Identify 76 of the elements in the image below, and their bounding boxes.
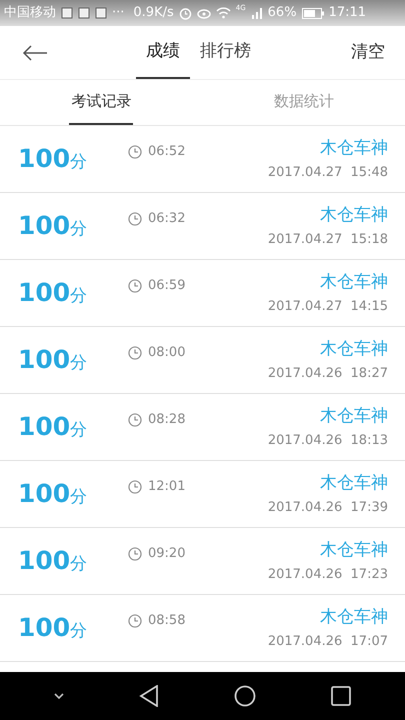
signal-icon <box>250 7 263 19</box>
header-tab[interactable]: 成绩 <box>136 26 190 79</box>
score-value: 100 <box>18 478 70 510</box>
clock-icon <box>128 547 142 561</box>
record-date: 2017.04.26 18:13 <box>268 432 388 450</box>
clock-icon <box>128 145 142 159</box>
carrier-name: 中国移动 <box>4 4 56 22</box>
record-date: 2017.04.26 18:27 <box>268 365 388 383</box>
record-row[interactable]: 100分 06:52 木仓车神 2017.04.27 15:48 <box>0 126 405 193</box>
duration-text: 08:58 <box>148 612 186 630</box>
score-value: 100 <box>18 277 70 310</box>
wifi-icon <box>216 7 231 19</box>
record-date: 2017.04.26 17:23 <box>268 566 388 584</box>
score-value: 100 <box>18 210 70 242</box>
user-name: 木仓车神 <box>320 204 388 226</box>
more-indicator: ··· <box>112 4 124 22</box>
score-unit: 分 <box>70 553 88 576</box>
clock-icon <box>128 413 142 427</box>
sub-tab[interactable]: 数据统计 <box>272 80 336 125</box>
duration-text: 08:00 <box>148 344 186 362</box>
user-name: 木仓车神 <box>320 270 388 294</box>
battery-level: 66% <box>268 4 297 22</box>
clock-icon <box>128 480 142 494</box>
record-date: 2017.04.27 14:15 <box>268 298 388 316</box>
record-row[interactable]: 100分 08:00 木仓车神 2017.04.26 18:27 <box>0 327 405 394</box>
score-unit: 分 <box>70 285 88 308</box>
record-date: 2017.04.26 17:39 <box>268 499 388 517</box>
score-value: 100 <box>18 545 70 578</box>
score-value: 100 <box>18 612 70 644</box>
duration-text: 06:32 <box>148 210 186 228</box>
clock-icon <box>128 279 142 293</box>
eye-icon <box>196 7 211 19</box>
user-name: 木仓车神 <box>320 136 388 160</box>
score-unit: 分 <box>70 151 88 174</box>
score-value: 100 <box>18 143 70 176</box>
home-icon[interactable] <box>234 685 256 707</box>
clock-icon <box>128 212 142 226</box>
chevron-down-icon[interactable] <box>54 693 64 699</box>
user-name: 木仓车神 <box>320 338 388 360</box>
duration-text: 12:01 <box>148 478 186 496</box>
record-row[interactable]: 100分 06:32 木仓车神 2017.04.27 15:18 <box>0 193 405 260</box>
duration-text: 09:20 <box>148 545 186 564</box>
record-row[interactable]: 100分 08:28 木仓车神 2017.04.26 18:13 <box>0 394 405 461</box>
network-speed: 0.9K/s <box>133 4 174 22</box>
user-name: 木仓车神 <box>320 538 388 562</box>
score-value: 100 <box>18 344 70 376</box>
alarm-icon <box>178 6 192 20</box>
user-name: 木仓车神 <box>320 404 388 428</box>
clock-icon <box>128 614 142 628</box>
score-unit: 分 <box>70 218 88 242</box>
back-arrow-icon[interactable] <box>22 44 48 60</box>
back-icon[interactable] <box>138 685 159 707</box>
score-unit: 分 <box>70 620 88 644</box>
recents-icon[interactable] <box>331 686 352 706</box>
score-unit: 分 <box>70 352 88 376</box>
score-value: 100 <box>18 411 70 444</box>
record-row[interactable]: 100分 08:58 木仓车神 2017.04.26 17:07 <box>0 595 405 662</box>
record-row[interactable]: 100分 09:20 木仓车神 2017.04.26 17:23 <box>0 528 405 595</box>
record-row[interactable]: 100分 12:01 木仓车神 2017.04.26 17:39 <box>0 461 405 528</box>
user-name: 木仓车神 <box>320 472 388 494</box>
record-date: 2017.04.26 17:07 <box>268 633 388 651</box>
sub-tab[interactable]: 考试记录 <box>69 80 134 125</box>
clock: 17:11 <box>328 4 366 22</box>
header-tab[interactable]: 排行榜 <box>190 26 261 79</box>
duration-text: 06:59 <box>148 277 186 296</box>
score-unit: 分 <box>70 419 88 442</box>
clock-icon <box>128 346 142 360</box>
duration-text: 08:28 <box>148 411 186 430</box>
record-row[interactable]: 100分 06:59 木仓车神 2017.04.27 14:15 <box>0 260 405 327</box>
duration-text: 06:52 <box>148 143 186 162</box>
record-date: 2017.04.27 15:18 <box>268 231 388 249</box>
record-date: 2017.04.27 15:48 <box>268 164 388 182</box>
battery-icon <box>302 8 324 18</box>
score-unit: 分 <box>70 486 88 510</box>
user-name: 木仓车神 <box>320 606 388 628</box>
clear-button[interactable]: 清空 <box>351 40 385 66</box>
